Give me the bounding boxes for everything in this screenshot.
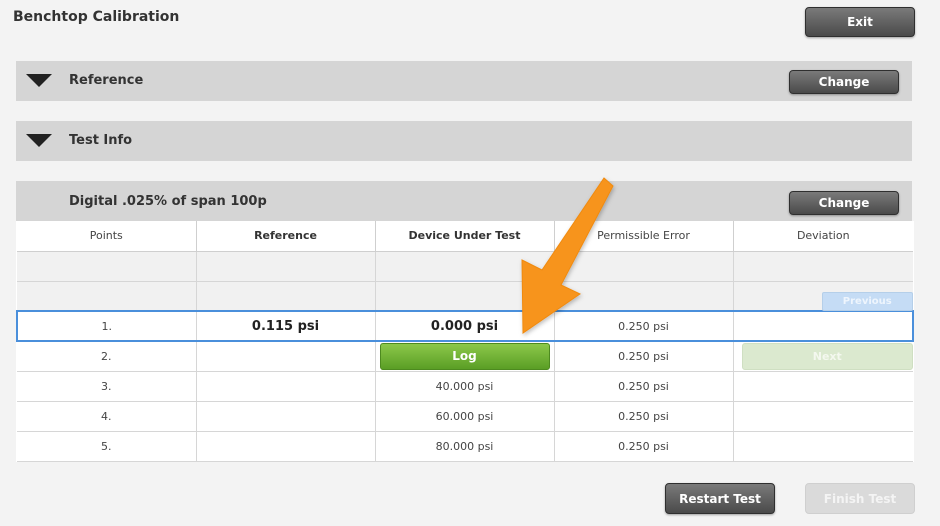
restart-test-button[interactable]: Restart Test <box>665 483 775 514</box>
empty-cell <box>17 281 197 312</box>
change-reference-button[interactable]: Change <box>789 70 899 94</box>
previous-button[interactable]: Previous <box>821 291 913 311</box>
section-reference-label: Reference <box>69 73 144 88</box>
deviation-cell <box>733 401 913 432</box>
previous-cell: Previous <box>733 281 913 312</box>
empty-cell <box>554 251 734 282</box>
point-cell: 5. <box>17 431 197 462</box>
reference-cell <box>196 401 376 432</box>
reference-cell <box>196 371 376 402</box>
perm-error-cell: 0.250 psi <box>554 431 734 462</box>
table-row-blank: Previous <box>17 281 913 312</box>
point-cell: 4. <box>17 401 197 432</box>
dut-cell: 0.000 psi <box>375 310 555 342</box>
table-row[interactable]: 3. 40.000 psi 0.250 psi <box>17 371 913 402</box>
empty-cell <box>733 251 913 282</box>
change-procedure-button[interactable]: Change <box>789 191 899 215</box>
section-test-info-label: Test Info <box>69 133 133 148</box>
deviation-cell: Next <box>733 341 913 372</box>
point-cell: 3. <box>17 371 197 402</box>
reference-cell: 0.115 psi <box>196 310 376 342</box>
header-points: Points <box>17 221 197 252</box>
point-cell: 2. <box>17 341 197 372</box>
dut-cell: Log <box>375 341 555 372</box>
reference-cell <box>196 341 376 372</box>
empty-cell <box>196 281 376 312</box>
table-row-blank <box>17 251 913 282</box>
dut-cell: 60.000 psi <box>375 401 555 432</box>
dut-cell: 80.000 psi <box>375 431 555 462</box>
collapse-triangle-icon[interactable] <box>26 134 52 147</box>
perm-error-cell: 0.250 psi <box>554 371 734 402</box>
section-reference[interactable]: Reference Change <box>16 61 912 101</box>
page-title: Benchtop Calibration <box>13 9 180 25</box>
log-button[interactable]: Log <box>379 343 550 370</box>
header-reference: Reference <box>196 221 376 252</box>
empty-cell <box>375 281 555 312</box>
table-row[interactable]: 4. 60.000 psi 0.250 psi <box>17 401 913 432</box>
table-row[interactable]: 5. 80.000 psi 0.250 psi <box>17 431 913 462</box>
deviation-cell <box>733 371 913 402</box>
point-cell: 1. <box>16 310 197 342</box>
exit-button[interactable]: Exit <box>805 7 915 37</box>
empty-cell <box>375 251 555 282</box>
table-row[interactable]: 1. 0.115 psi 0.000 psi 0.250 psi <box>16 310 914 342</box>
collapse-triangle-icon[interactable] <box>26 74 52 87</box>
procedure-label: Digital .025% of span 100p <box>69 194 267 209</box>
header-deviation: Deviation <box>733 221 913 252</box>
next-button[interactable]: Next <box>741 343 913 370</box>
calibration-table: Points Reference Device Under Test Permi… <box>16 221 914 462</box>
perm-error-cell: 0.250 psi <box>554 341 734 372</box>
header-permissible-error: Permissible Error <box>554 221 734 252</box>
deviation-cell <box>733 310 914 342</box>
finish-test-button[interactable]: Finish Test <box>805 483 915 514</box>
perm-error-cell: 0.250 psi <box>554 401 734 432</box>
table-header-row: Points Reference Device Under Test Permi… <box>17 221 913 252</box>
table-row[interactable]: 2. Log 0.250 psi Next <box>17 341 913 372</box>
deviation-cell <box>733 431 913 462</box>
section-procedure: Digital .025% of span 100p Change <box>16 181 912 221</box>
empty-cell <box>17 251 197 282</box>
empty-cell <box>196 251 376 282</box>
section-test-info[interactable]: Test Info <box>16 121 912 161</box>
reference-cell <box>196 431 376 462</box>
perm-error-cell: 0.250 psi <box>554 310 734 342</box>
header-device-under-test: Device Under Test <box>375 221 555 252</box>
dut-cell: 40.000 psi <box>375 371 555 402</box>
empty-cell <box>554 281 734 312</box>
